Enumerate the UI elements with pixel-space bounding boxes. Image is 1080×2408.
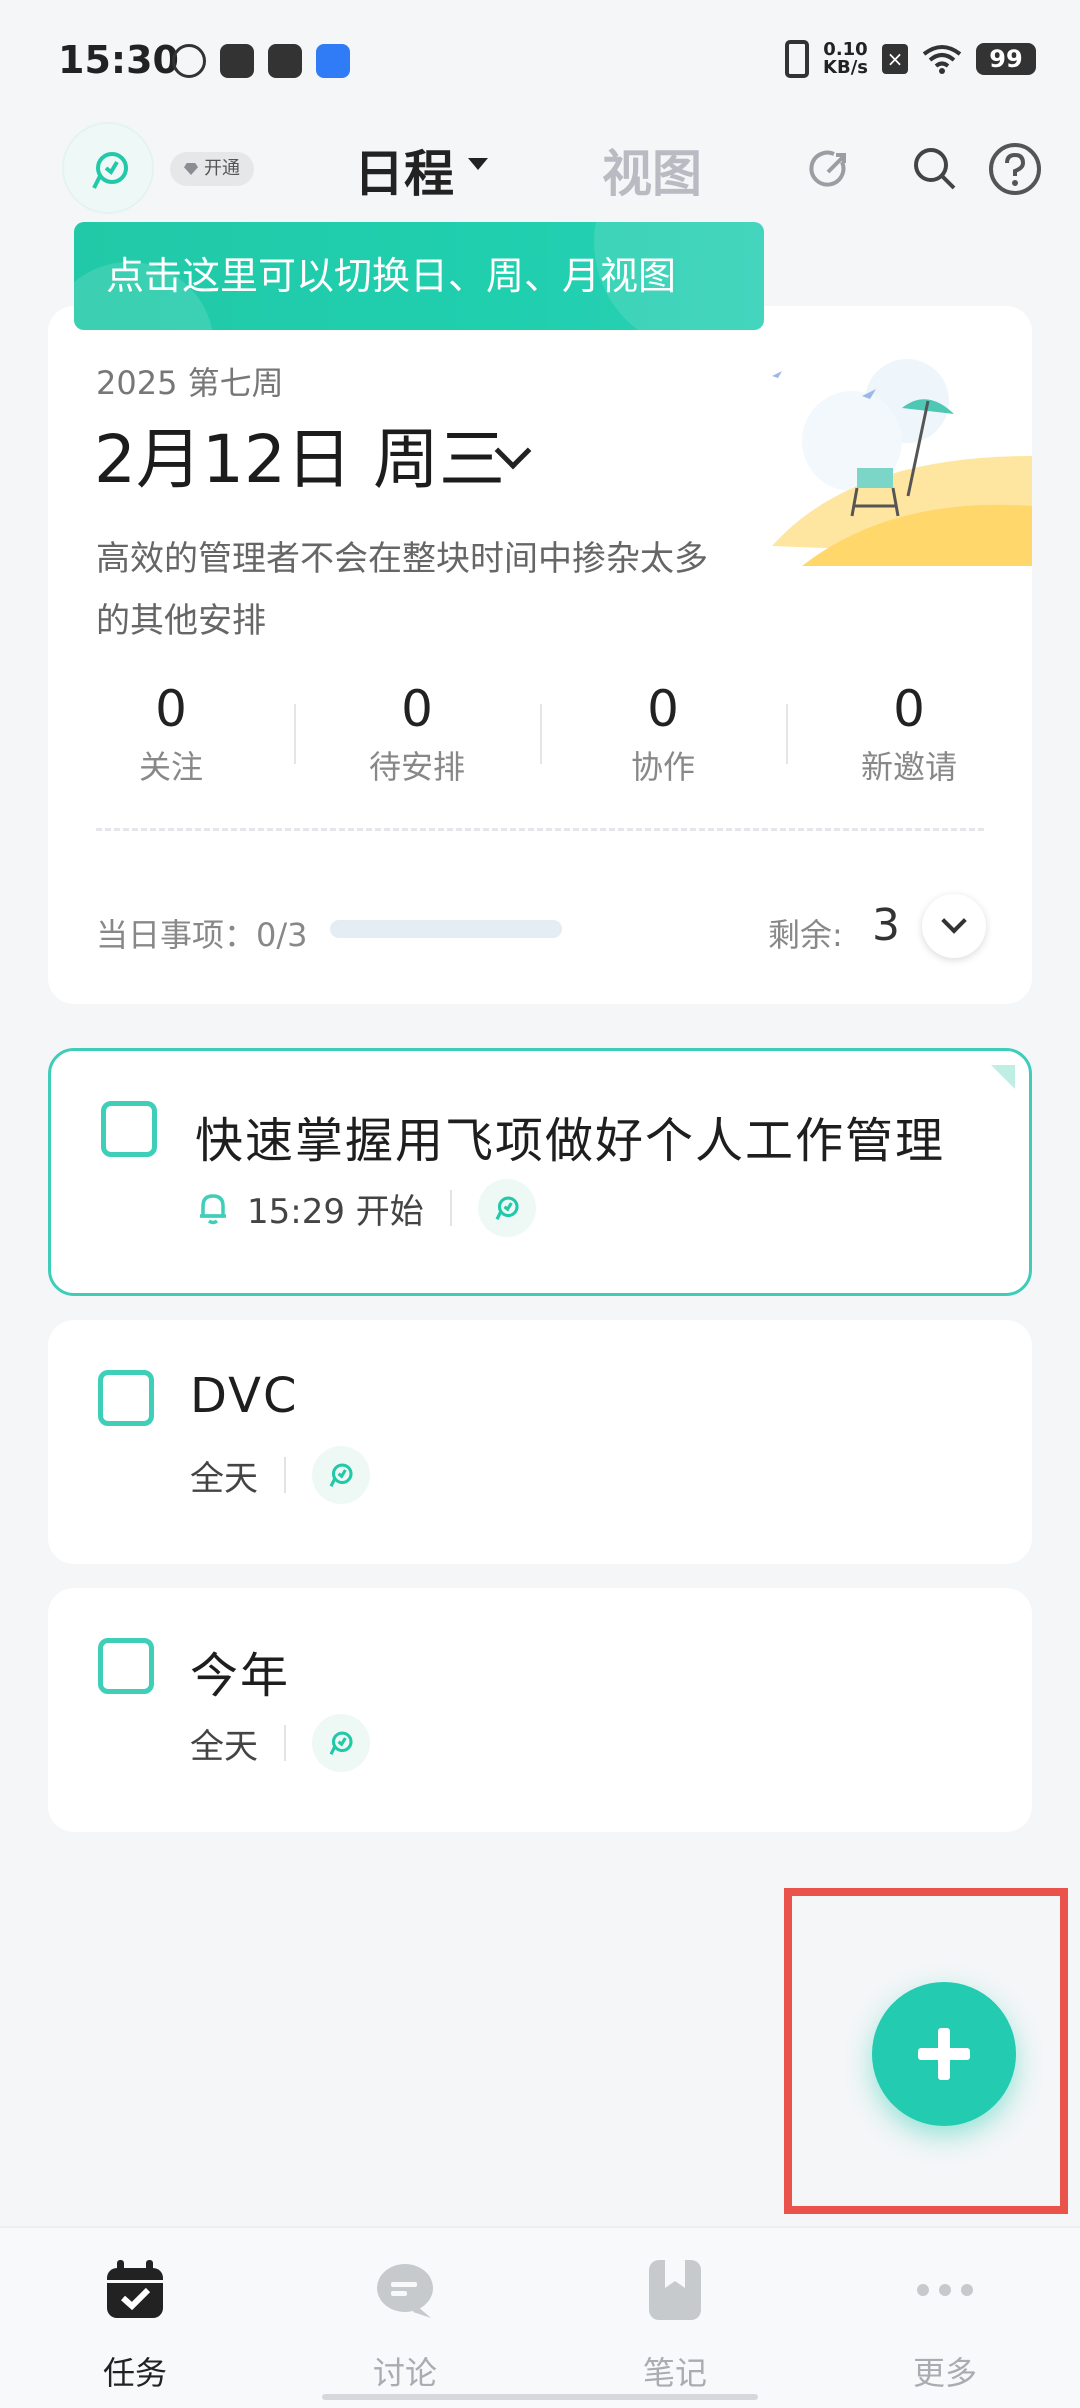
expand-button[interactable]: [922, 894, 986, 958]
nav-notes[interactable]: 笔记: [540, 2228, 810, 2408]
task-time: 全天: [190, 1726, 258, 1767]
add-task-button[interactable]: [872, 1982, 1016, 2126]
day-progress-bar: [330, 920, 562, 938]
stat-invites[interactable]: 0 新邀请: [786, 674, 1032, 794]
corner-flag-icon: [991, 1065, 1015, 1089]
stat-collab[interactable]: 0 协作: [540, 674, 786, 794]
no-sim-icon: ×: [882, 44, 908, 74]
task-card[interactable]: 快速掌握用飞项做好个人工作管理 15:29 开始: [48, 1048, 1032, 1296]
app-logo-icon: [495, 1196, 519, 1220]
share-icon[interactable]: [806, 144, 856, 194]
calendar-check-icon: [107, 2260, 163, 2318]
task-time: 全天: [190, 1458, 258, 1499]
more-dots-icon: [917, 2284, 973, 2296]
app-logo-icon: [329, 1731, 353, 1755]
task-title: 今年: [190, 1648, 291, 1704]
search-icon[interactable]: [910, 144, 960, 194]
summary-card: 2025 第七周 2月12日 周三 高效的管理者不会在整块时间中掺杂太多的其他安…: [48, 306, 1032, 1004]
task-title: DVC: [190, 1368, 299, 1424]
nav-discussion[interactable]: 讨论: [270, 2228, 540, 2408]
battery-icon: 99: [976, 43, 1036, 75]
link-icon: [220, 44, 254, 78]
edit-icon: [316, 44, 350, 78]
stat-follow[interactable]: 0 关注: [48, 674, 294, 794]
tab-view[interactable]: 视图: [602, 134, 702, 206]
task-card[interactable]: 今年 全天: [48, 1588, 1032, 1832]
assignee-avatar[interactable]: [477, 1179, 536, 1237]
chat-icon: [377, 2264, 433, 2318]
stats-row: 0 关注 0 待安排 0 协作 0 新邀请: [48, 674, 1032, 794]
task-checkbox[interactable]: [98, 1370, 154, 1426]
stat-pending[interactable]: 0 待安排: [294, 674, 540, 794]
status-time: 15:30: [58, 38, 179, 82]
nav-tasks[interactable]: 任务: [0, 2228, 270, 2408]
status-bar: 15:30 0.10 KB/s × 99: [0, 0, 1080, 120]
task-meta: 全天: [190, 1446, 370, 1504]
bookmark-note-icon: [649, 2260, 701, 2320]
home-indicator: [322, 2394, 758, 2400]
vip-badge[interactable]: 开通: [170, 152, 254, 186]
assignee-avatar[interactable]: [312, 1446, 370, 1504]
app-logo-icon: [329, 1463, 353, 1487]
task-title: 快速掌握用飞项做好个人工作管理: [195, 1113, 946, 1169]
status-right-icons: 0.10 KB/s × 99: [785, 40, 1036, 78]
task-meta: 15:29 开始: [195, 1179, 536, 1237]
network-speed: 0.10 KB/s: [823, 39, 868, 78]
app-logo-icon: [92, 152, 128, 189]
tab-schedule[interactable]: 日程: [354, 134, 454, 206]
help-icon[interactable]: [988, 142, 1042, 196]
date-selector[interactable]: 2月12日 周三: [94, 406, 505, 502]
vivo-icon: [268, 44, 302, 78]
divider: [96, 828, 984, 831]
qq-icon: [172, 44, 206, 78]
meta-divider: [449, 1190, 452, 1226]
bottom-nav: 任务 讨论 笔记 更多: [0, 2226, 1080, 2408]
quote-text: 高效的管理者不会在整块时间中掺杂太多的其他安排: [96, 539, 708, 641]
bell-icon: [200, 1194, 226, 1225]
task-time: 15:29 开始: [247, 1191, 424, 1232]
task-meta: 全天: [190, 1714, 370, 1772]
caret-down-icon[interactable]: [468, 158, 488, 170]
remaining-label: 剩余:: [768, 916, 843, 954]
view-switch-tooltip[interactable]: 点击这里可以切换日、周、月视图: [74, 222, 764, 330]
diamond-icon: [184, 163, 198, 175]
task-checkbox[interactable]: [98, 1638, 154, 1694]
wifi-icon: [922, 45, 962, 74]
nav-more[interactable]: 更多: [810, 2228, 1080, 2408]
task-card[interactable]: DVC 全天: [48, 1320, 1032, 1564]
status-notification-icons: [172, 44, 350, 78]
beach-illustration: [772, 359, 1032, 566]
week-label: 2025 第七周: [96, 364, 284, 402]
vibrate-icon: [785, 40, 810, 78]
remaining-count: 3: [872, 900, 900, 951]
day-items-label: 当日事项：0/3: [96, 916, 308, 954]
avatar[interactable]: [62, 122, 154, 214]
app-header: 开通 日程 视图: [0, 118, 1080, 218]
meta-divider: [284, 1457, 286, 1493]
assignee-avatar[interactable]: [312, 1714, 370, 1772]
task-checkbox[interactable]: [101, 1101, 157, 1157]
meta-divider: [284, 1725, 286, 1761]
